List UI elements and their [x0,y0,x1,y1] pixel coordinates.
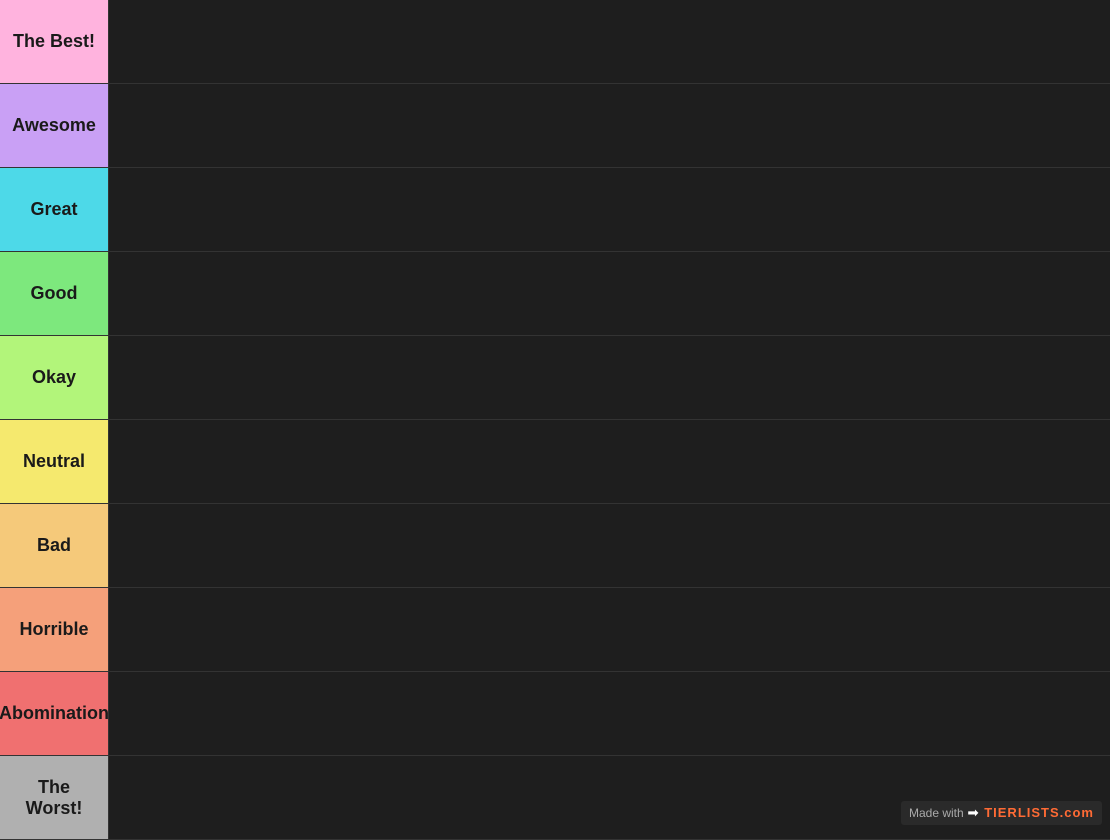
tier-row-bad[interactable]: Bad [0,504,1110,588]
tier-content-horrible[interactable] [108,588,1110,671]
tier-content-awesome[interactable] [108,84,1110,167]
tier-content-abomination[interactable] [108,672,1110,755]
tier-label-great: Great [0,168,108,251]
tier-row-horrible[interactable]: Horrible [0,588,1110,672]
tier-row-the-best[interactable]: The Best! [0,0,1110,84]
tier-label-the-worst: The Worst! [0,756,108,839]
tier-row-good[interactable]: Good [0,252,1110,336]
tier-row-awesome[interactable]: Awesome [0,84,1110,168]
tier-label-bad: Bad [0,504,108,587]
tier-content-great[interactable] [108,168,1110,251]
tier-content-bad[interactable] [108,504,1110,587]
tier-label-horrible: Horrible [0,588,108,671]
tier-label-good: Good [0,252,108,335]
tier-list: The Best! Awesome Great Good Okay Neutra… [0,0,1110,840]
tier-label-the-best: The Best! [0,0,108,83]
tier-row-abomination[interactable]: Abomination [0,672,1110,756]
watermark-brand: ➟ TIERLISTS.com [968,805,1094,821]
tier-content-the-worst[interactable] [108,756,1110,839]
tier-label-abomination: Abomination [0,672,108,755]
tier-row-the-worst[interactable]: The Worst! [0,756,1110,840]
tier-label-neutral: Neutral [0,420,108,503]
watermark-made-with: Made with [909,806,964,820]
tier-row-neutral[interactable]: Neutral [0,420,1110,504]
tier-content-the-best[interactable] [108,0,1110,83]
tier-content-neutral[interactable] [108,420,1110,503]
watermark: Made with ➟ TIERLISTS.com [901,801,1102,825]
tier-label-awesome: Awesome [0,84,108,167]
tier-label-okay: Okay [0,336,108,419]
tier-row-okay[interactable]: Okay [0,336,1110,420]
tier-row-great[interactable]: Great [0,168,1110,252]
tier-content-good[interactable] [108,252,1110,335]
tier-content-okay[interactable] [108,336,1110,419]
